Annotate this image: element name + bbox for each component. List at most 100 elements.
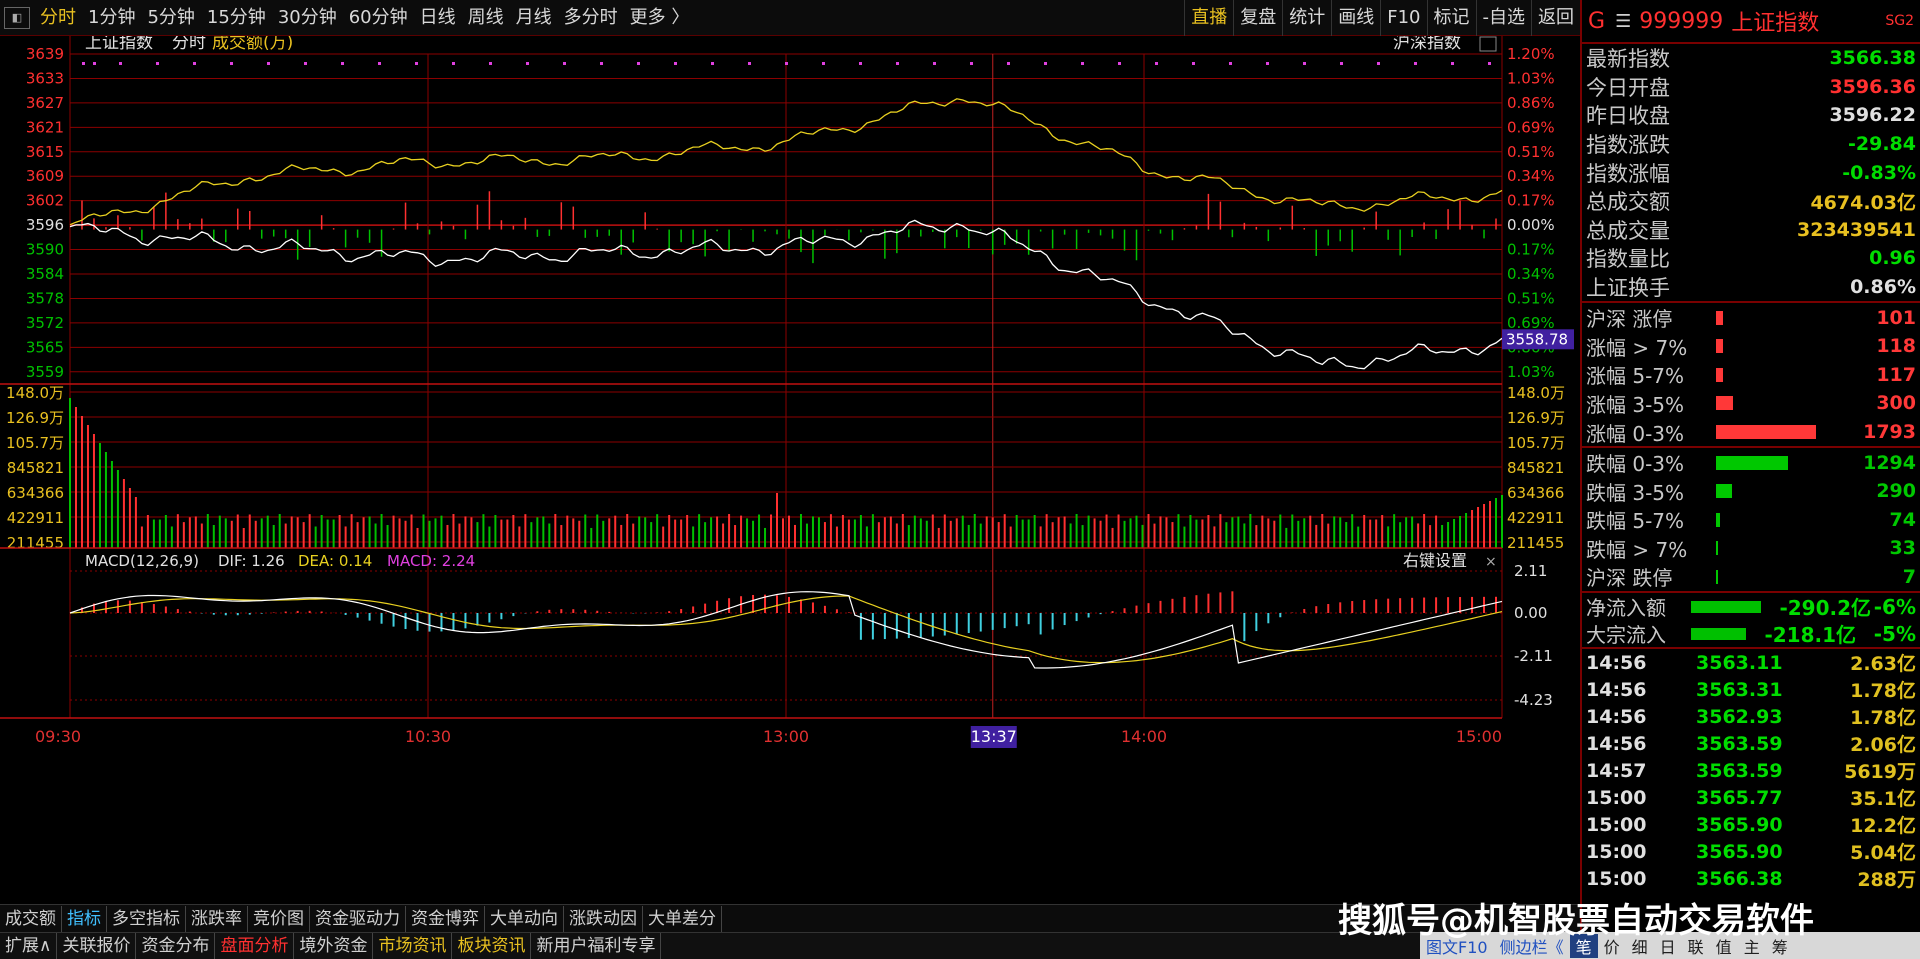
tick-row: 15:00 3565.90 5.04亿 — [1582, 838, 1920, 865]
tab-period-0[interactable]: 分时 — [34, 0, 82, 36]
quote-header: G ☰ 999999 上证指数 SG2 — [1582, 0, 1920, 44]
event-marker — [489, 62, 492, 65]
quote-value: 4674.03亿 — [1810, 191, 1916, 214]
tab-period-5[interactable]: 60分钟 — [343, 0, 414, 36]
price-tick-right: 0.51% — [1507, 289, 1555, 307]
tab-period-9[interactable]: 多分时 — [558, 0, 624, 36]
indicator-tab-0[interactable]: 成交额 — [0, 905, 62, 932]
toolbar-btn-7[interactable]: 返回 — [1531, 0, 1580, 36]
quote-value: 3566.38 — [1829, 47, 1916, 70]
ext-tab-5[interactable]: 市场资讯 — [373, 933, 453, 959]
chart-svg[interactable]: 上证指数 分时 成交额(万) 沪深指数 3639 1.20% 3633 1.03% 3627 0.… — [0, 33, 1580, 904]
quote-value: 0.96 — [1869, 247, 1916, 270]
indicator-tab-5[interactable]: 资金驱动力 — [310, 905, 406, 932]
tick-volume: 35.1亿 — [1850, 788, 1916, 811]
breadth-count: 290 — [1876, 480, 1916, 503]
indicator-tab-4[interactable]: 竞价图 — [248, 905, 310, 932]
menu-icon[interactable]: ◧ — [4, 6, 30, 29]
tick-list[interactable]: 14:56 3563.11 2.63亿 14:56 3563.31 1.78亿 14:56 3… — [1582, 649, 1920, 892]
toolbar-btn-1[interactable]: 复盘 — [1233, 0, 1282, 36]
tick-time: 14:56 — [1586, 651, 1647, 674]
quote-value: 0.86% — [1850, 276, 1916, 299]
group-icon[interactable]: G — [1588, 9, 1605, 34]
price-tick-left: 3615 — [26, 143, 64, 161]
toolbar-right: 直播 复盘 统计 画线 F10 标记 -自选 返回 — [1184, 0, 1580, 36]
toolbar-btn-2[interactable]: 统计 — [1282, 0, 1331, 36]
menu-icon[interactable]: ☰ — [1615, 11, 1631, 32]
toolbar-btn-4[interactable]: F10 — [1380, 0, 1426, 36]
flow-label: 净流入额 — [1586, 596, 1666, 621]
tab-period-3[interactable]: 15分钟 — [201, 0, 272, 36]
time-tick: 09:30 — [35, 727, 81, 746]
chart-bg — [0, 36, 1580, 904]
macd-tick: 0.00 — [1514, 604, 1547, 622]
event-marker — [970, 62, 973, 65]
volume-tick-right: 105.7万 — [1507, 434, 1565, 452]
tab-period-10[interactable]: 更多 〉 — [624, 0, 696, 36]
macd-settings[interactable]: 右键设置 — [1403, 551, 1467, 570]
quote-value: -29.84 — [1848, 133, 1916, 156]
tick-price: 3563.59 — [1696, 732, 1783, 755]
breadth-bar — [1716, 339, 1723, 354]
time-tick: 14:00 — [1121, 727, 1167, 746]
tick-row: 14:56 3562.93 1.78亿 — [1582, 703, 1920, 730]
quote-value: 3596.22 — [1829, 104, 1916, 127]
price-tick-right: 0.17% — [1507, 192, 1555, 210]
event-marker — [896, 62, 899, 65]
tab-period-4[interactable]: 30分钟 — [272, 0, 343, 36]
indicator-tab-3[interactable]: 涨跌率 — [186, 905, 248, 932]
toolbar-btn-3[interactable]: 画线 — [1331, 0, 1380, 36]
breadth-row: 涨幅 0-3% 1793 — [1582, 418, 1920, 447]
toolbar-btn-5[interactable]: 标记 — [1426, 0, 1476, 36]
ext-tab-7[interactable]: 新用户福利专享 — [531, 933, 662, 959]
toolbar-btn-6[interactable]: -自选 — [1475, 0, 1532, 36]
toolbar-btn-0[interactable]: 直播 — [1184, 0, 1233, 36]
event-marker — [1488, 62, 1491, 65]
breadth-label: 跌幅 0-3% — [1586, 452, 1685, 477]
ext-tab-4[interactable]: 境外资金 — [294, 933, 374, 959]
event-marker — [600, 62, 603, 65]
quote-label: 指数量比 — [1586, 247, 1670, 272]
macd-tick: -4.23 — [1514, 691, 1553, 709]
price-tick-right: 1.20% — [1507, 45, 1555, 63]
quote-row: 昨日收盘 3596.22 — [1582, 101, 1920, 130]
breadth-bar — [1716, 541, 1718, 556]
tick-price: 3563.31 — [1696, 678, 1783, 701]
volume-tick-right: 634366 — [1507, 484, 1564, 502]
breadth-bar — [1716, 512, 1720, 527]
macd-label: MACD(12,26,9) — [85, 552, 199, 570]
breadth-count: 1294 — [1863, 451, 1916, 474]
ext-tab-2[interactable]: 资金分布 — [136, 933, 216, 959]
price-tick-left: 3559 — [26, 363, 64, 381]
indicator-tab-2[interactable]: 多空指标 — [107, 905, 186, 932]
tab-period-1[interactable]: 1分钟 — [82, 0, 141, 36]
price-tick-right: 1.03% — [1507, 363, 1555, 381]
event-marker — [415, 62, 418, 65]
event-marker — [748, 62, 751, 65]
breadth-row: 沪深 跌停 7 — [1582, 563, 1920, 592]
indicator-tab-9[interactable]: 大单差分 — [643, 905, 722, 932]
quote-value: 3596.36 — [1829, 75, 1916, 98]
market-button[interactable]: 沪深指数 — [1393, 33, 1461, 53]
breadth-row: 跌幅 3-5% 290 — [1582, 477, 1920, 506]
tick-time: 14:56 — [1586, 732, 1647, 755]
tab-period-2[interactable]: 5分钟 — [141, 0, 200, 36]
tab-period-7[interactable]: 周线 — [462, 0, 510, 36]
indicator-tab-1[interactable]: 指标 — [62, 905, 107, 932]
indicator-tab-7[interactable]: 大单动向 — [485, 905, 564, 932]
indicator-tab-8[interactable]: 涨跌动因 — [564, 905, 643, 932]
close-icon[interactable]: × — [1485, 554, 1497, 570]
ext-tab-1[interactable]: 关联报价 — [57, 933, 137, 959]
event-marker — [1192, 62, 1195, 65]
ext-tab-3[interactable]: 盘面分析 — [215, 933, 295, 959]
ext-tab-0[interactable]: 扩展∧ — [0, 933, 58, 959]
indicator-tab-6[interactable]: 资金博弈 — [406, 905, 485, 932]
event-marker — [341, 62, 344, 65]
tab-period-8[interactable]: 月线 — [510, 0, 558, 36]
event-marker — [1044, 62, 1047, 65]
volume-tick-right: 126.9万 — [1507, 409, 1565, 427]
ext-tab-6[interactable]: 板块资讯 — [452, 933, 532, 959]
tab-period-6[interactable]: 日线 — [414, 0, 462, 36]
breadth-label: 沪深 涨停 — [1586, 307, 1673, 332]
intraday-chart[interactable]: 上证指数 分时 成交额(万) 沪深指数 3639 1.20% 3633 1.03% 3627 0.… — [0, 33, 1580, 904]
